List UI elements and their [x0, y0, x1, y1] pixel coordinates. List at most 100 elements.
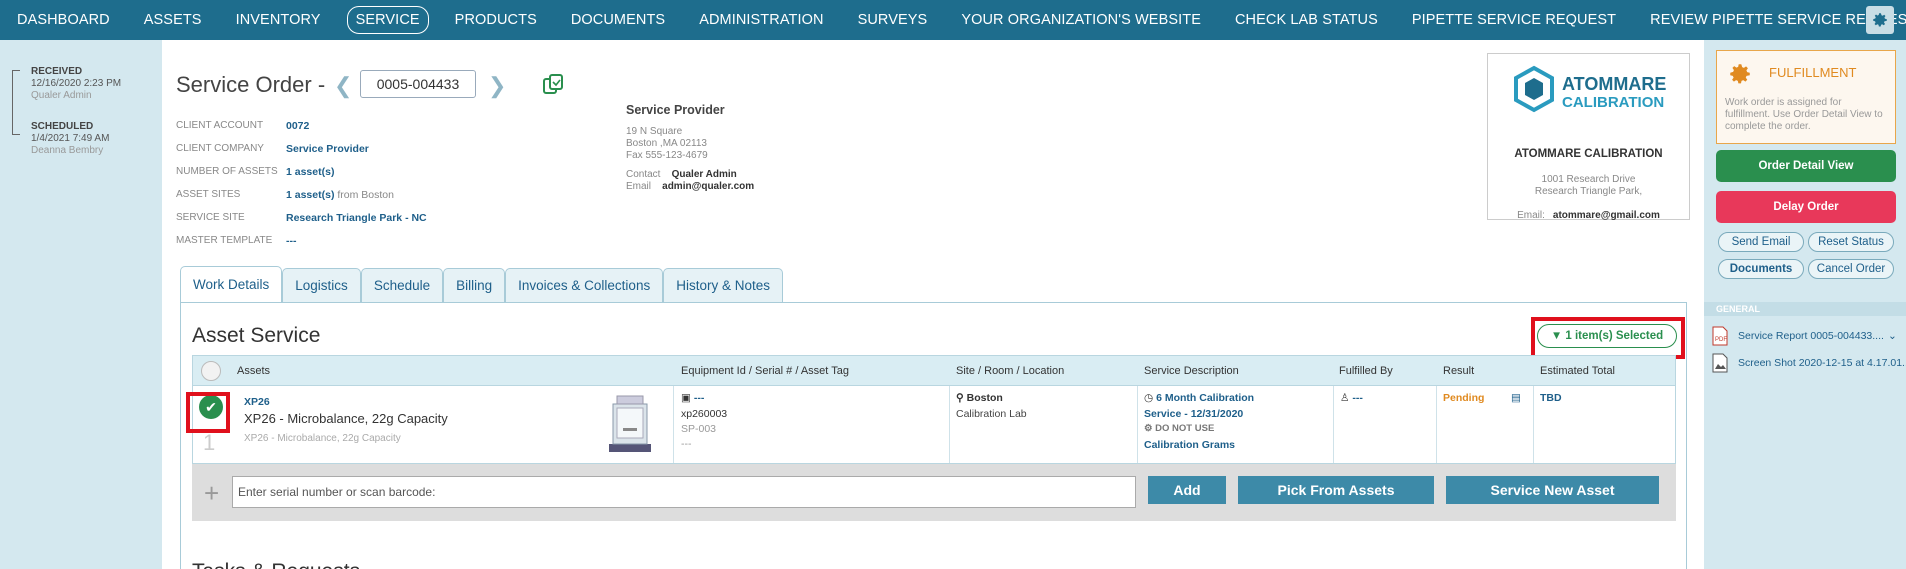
received-date: 12/16/2020 2:23 PM [31, 78, 122, 89]
service-due[interactable]: Service - 12/31/2020 [1144, 408, 1243, 420]
number-of-assets-link[interactable]: 1 asset(s) [286, 166, 334, 178]
received-label: RECEIVED [31, 66, 83, 77]
general-header: GENERAL [1704, 302, 1906, 316]
email-label: Email [626, 181, 652, 192]
asset-sites-suffix: from Boston [337, 188, 394, 201]
service-provider: Service Provider 19 N Square Boston ,MA … [626, 104, 754, 193]
col-divider [673, 386, 674, 463]
tab-work-details[interactable]: Work Details [180, 266, 283, 302]
col-service-description: Service Description [1144, 365, 1239, 377]
tasks-heading: Tasks & Requests [192, 560, 360, 569]
nav-check-lab-status[interactable]: CHECK LAB STATUS [1218, 6, 1395, 34]
next-order-icon[interactable]: ❯ [488, 73, 506, 99]
pick-from-assets-button[interactable]: Pick From Assets [1238, 476, 1434, 504]
nav-service[interactable]: SERVICE [346, 6, 429, 34]
image-file-icon [1712, 353, 1728, 373]
highlight-box-checkbox [186, 392, 230, 433]
service-site-link[interactable]: Research Triangle Park - NC [286, 212, 427, 224]
file-item[interactable]: Screen Shot 2020-12-15 at 4.17.01... [1712, 353, 1906, 373]
nav-assets[interactable]: ASSETS [127, 6, 219, 34]
client-company-link[interactable]: Service Provider [286, 143, 369, 155]
col-result: Result [1443, 365, 1475, 377]
send-email-button[interactable]: Send Email [1718, 232, 1804, 252]
info-client-company: CLIENT COMPANY Service Provider [176, 137, 427, 160]
nav-inventory[interactable]: INVENTORY [219, 6, 338, 34]
info-key: MASTER TEMPLATE [176, 235, 273, 246]
vendor-address: 1001 Research Drive Research Triangle Pa… [1488, 174, 1689, 198]
service-new-asset-button[interactable]: Service New Asset [1446, 476, 1659, 504]
master-template-link[interactable]: --- [286, 235, 297, 247]
documents-button[interactable]: Documents [1718, 259, 1804, 279]
fulfillment-desc: Work order is assigned for fulfillment. … [1725, 97, 1883, 132]
cancel-order-button[interactable]: Cancel Order [1808, 259, 1894, 279]
tab-history-notes[interactable]: History & Notes [663, 268, 783, 302]
nav-pipette-service-request[interactable]: PIPETTE SERVICE REQUEST [1395, 6, 1633, 34]
service-link[interactable]: 6 Month Calibration [1156, 392, 1254, 404]
asset-sites-link[interactable]: 1 asset(s) from Boston [286, 189, 394, 201]
nav-surveys[interactable]: SURVEYS [841, 6, 945, 34]
vendor-card: ATOMMARE CALIBRATION ATOMMARE CALIBRATIO… [1487, 53, 1690, 221]
timeline-received: RECEIVED 12/16/2020 2:23 PM Qualer Admin [31, 66, 121, 102]
nav-dashboard[interactable]: DASHBOARD [0, 6, 127, 34]
fulfillment-card: FULFILLMENT Work order is assigned for f… [1716, 50, 1896, 144]
plus-icon: + [204, 478, 220, 508]
order-info: CLIENT ACCOUNT 0072 CLIENT COMPANY Servi… [176, 114, 427, 252]
package-icon: ▣ [681, 392, 691, 404]
order-detail-view-button[interactable]: Order Detail View [1716, 150, 1896, 182]
scheduled-date: 1/4/2021 7:49 AM [31, 133, 110, 144]
vendor-address2: Research Triangle Park, [1534, 186, 1643, 197]
vendor-email: atommare@gmail.com [1552, 210, 1660, 221]
order-timeline: RECEIVED 12/16/2020 2:23 PM Qualer Admin… [0, 40, 162, 569]
client-account-link[interactable]: 0072 [286, 120, 309, 132]
col-fulfilled-by: Fulfilled By [1339, 365, 1393, 377]
tab-schedule[interactable]: Schedule [360, 268, 444, 302]
add-button[interactable]: Add [1148, 476, 1226, 504]
received-user: Qualer Admin [31, 90, 92, 101]
nav-documents[interactable]: DOCUMENTS [554, 6, 682, 34]
info-number-of-assets: NUMBER OF ASSETS 1 asset(s) [176, 160, 427, 183]
delay-order-button[interactable]: Delay Order [1716, 191, 1896, 223]
col-estimated-total: Estimated Total [1540, 365, 1616, 377]
do-not-use: DO NOT USE [1155, 423, 1215, 434]
order-number-field[interactable]: 0005-004433 [360, 70, 476, 98]
tab-billing[interactable]: Billing [443, 268, 506, 302]
timeline-scheduled: SCHEDULED 1/4/2021 7:49 AM Deanna Bembry [31, 121, 109, 157]
provider-address2: Boston ,MA 02113 [626, 138, 707, 149]
provider-email: admin@qualer.com [662, 181, 755, 192]
service-note[interactable]: Calibration Grams [1144, 439, 1235, 451]
equipment-id-row: ▣ --- [681, 392, 704, 404]
asset-extra: --- [681, 438, 692, 450]
asset-code-link[interactable]: XP26 [244, 396, 270, 408]
fulfilled-by[interactable]: --- [1352, 392, 1363, 404]
document-icon[interactable]: ▤ [1511, 392, 1521, 404]
copy-icon[interactable] [542, 73, 564, 95]
logo-text-2: CALIBRATION [1562, 94, 1664, 111]
equipment-id[interactable]: --- [694, 392, 705, 404]
logo-text-1: ATOMMARE [1562, 74, 1666, 94]
chevron-down-icon[interactable]: ⌄ [1888, 330, 1897, 342]
vendor-name: ATOMMARE CALIBRATION [1514, 148, 1663, 160]
page-title: Service Order - [176, 72, 326, 97]
file-item[interactable]: PDF Service Report 0005-004433.... ⌄ [1712, 326, 1897, 346]
highlight-box-selected [1531, 317, 1685, 359]
tab-invoices-collections[interactable]: Invoices & Collections [505, 268, 664, 302]
reset-status-button[interactable]: Reset Status [1808, 232, 1894, 252]
site-row: ⚲ Boston [956, 392, 1003, 404]
asset-service-heading: Asset Service [192, 324, 321, 347]
provider-email-row: Email admin@qualer.com [626, 181, 754, 193]
nav-org-website[interactable]: YOUR ORGANIZATION'S WEBSITE [944, 6, 1218, 34]
select-all-checkbox[interactable] [201, 361, 221, 381]
tab-logistics[interactable]: Logistics [282, 268, 361, 302]
result-status: Pending [1443, 392, 1485, 404]
asset-sub: XP26 - Microbalance, 22g Capacity [244, 433, 401, 444]
table-row[interactable]: ✔ 1 XP26 XP26 - Microbalance, 22g Capaci… [192, 386, 1676, 464]
provider-contact-row: Contact Qualer Admin [626, 169, 754, 181]
nav-administration[interactable]: ADMINISTRATION [682, 6, 840, 34]
nav-products[interactable]: PRODUCTS [438, 6, 554, 34]
serial-scan-input[interactable]: Enter serial number or scan barcode: [232, 476, 1136, 508]
service-row: ◷ 6 Month Calibration [1144, 392, 1254, 404]
settings-gear-icon[interactable] [1866, 6, 1894, 34]
col-assets: Assets [237, 365, 271, 377]
vendor-email-row: Email: atommare@gmail.com [1488, 210, 1689, 221]
prev-order-icon[interactable]: ❮ [334, 73, 352, 99]
